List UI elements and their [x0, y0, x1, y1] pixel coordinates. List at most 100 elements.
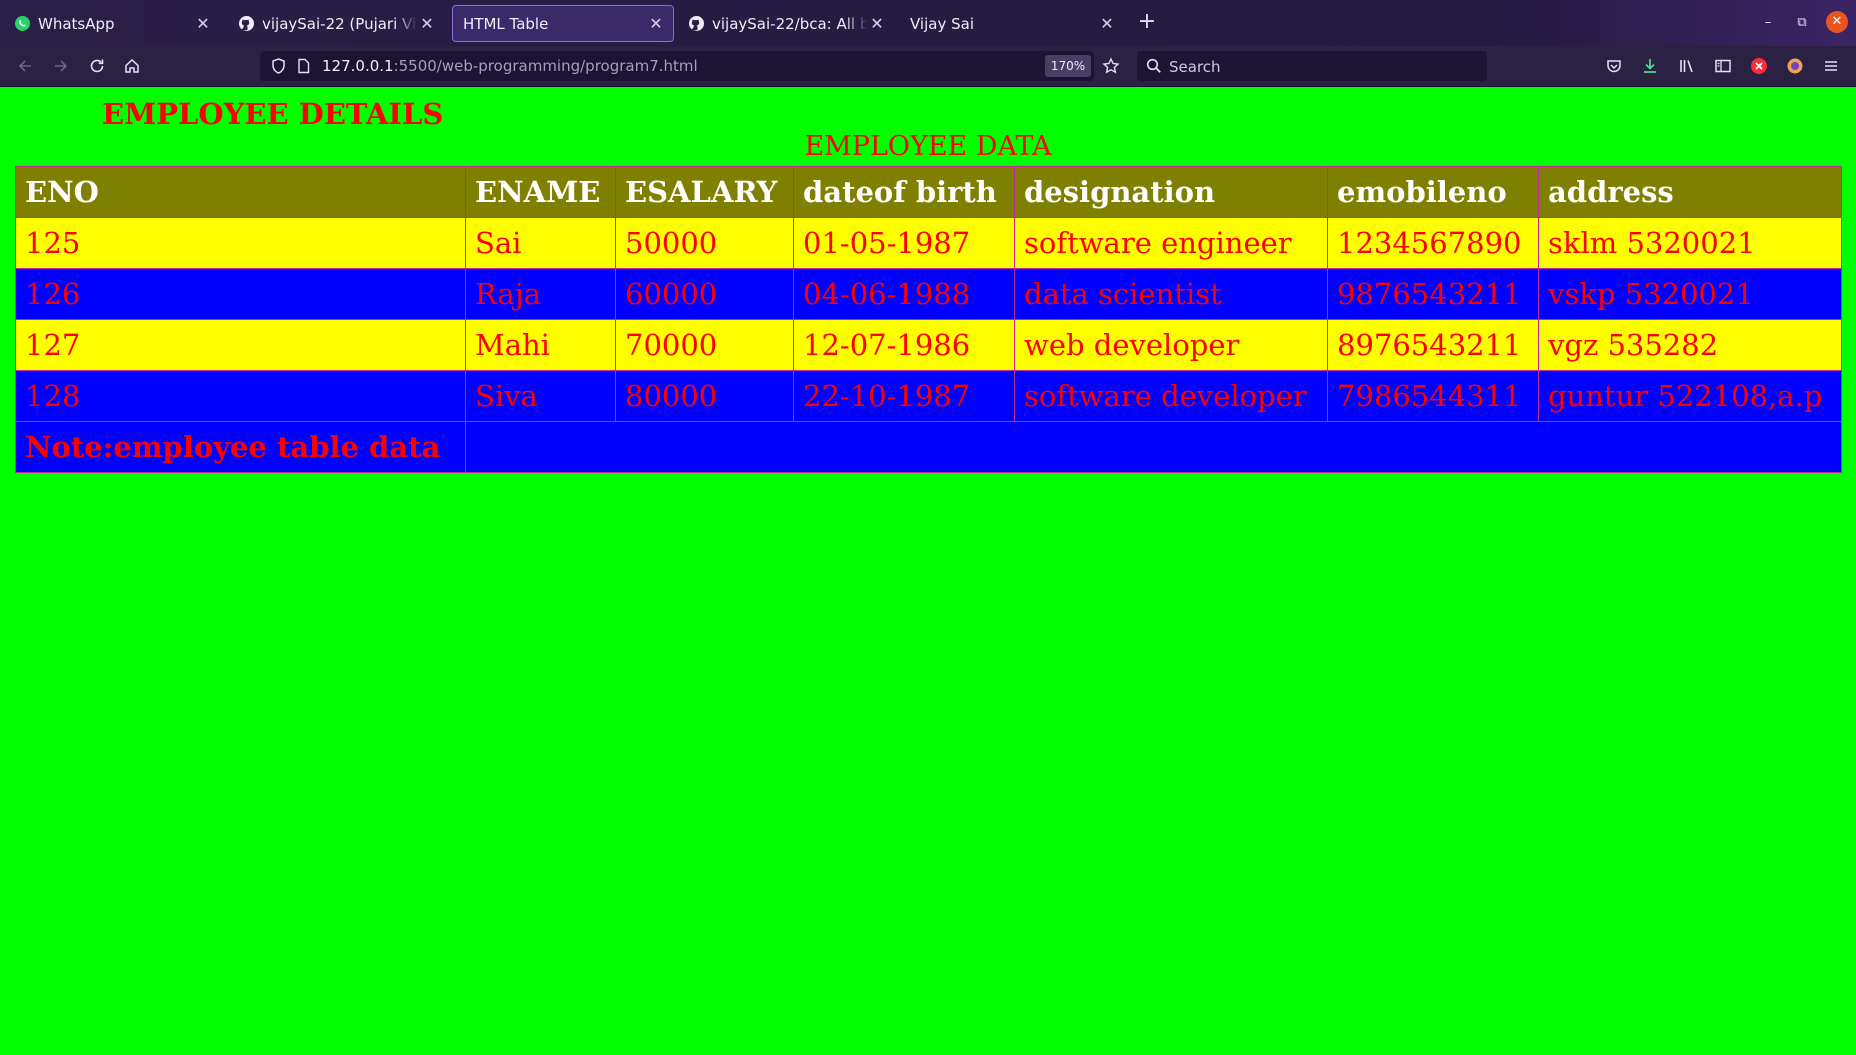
close-icon[interactable]: ✕ [418, 14, 436, 33]
tab-title: vijaySai-22/bca: All bca lab [712, 14, 868, 33]
star-icon [1102, 57, 1120, 74]
restore-button[interactable]: ⧉ [1791, 12, 1813, 34]
column-header: ENO [15, 166, 466, 218]
home-icon [125, 58, 139, 73]
table-cell: vskp 5320021 [1538, 268, 1842, 320]
arrow-right-icon [55, 60, 68, 72]
forward-button[interactable] [50, 55, 72, 77]
url-bar[interactable]: 127.0.0.1:5500/web-programming/program7.… [260, 51, 1094, 81]
table-cell: Sai [465, 217, 616, 269]
table-header-row: ENO ENAME ESALARY dateof birth designati… [15, 166, 1842, 218]
table-cell: web developer [1014, 319, 1328, 371]
search-bar[interactable] [1137, 51, 1487, 83]
table-cell: 125 [15, 217, 466, 269]
tab-html-table[interactable]: HTML Table ✕ [452, 5, 674, 42]
close-icon[interactable]: ✕ [647, 14, 665, 33]
bookmark-star-button[interactable] [1100, 55, 1122, 77]
url-path: :5500/web-programming/program7.html [393, 57, 698, 75]
close-circle-icon [1751, 58, 1767, 74]
table-cell: 80000 [615, 370, 794, 422]
table-cell: 126 [15, 268, 466, 320]
table-cell: Mahi [465, 319, 616, 371]
back-button[interactable] [14, 55, 36, 77]
download-icon [1644, 59, 1656, 73]
column-header: designation [1014, 166, 1328, 218]
shield-icon[interactable] [270, 57, 287, 79]
table-row: 125 Sai 50000 01-05-1987 software engine… [15, 217, 1842, 269]
reload-icon [90, 59, 104, 73]
extension-icon [1787, 58, 1803, 74]
url-host: 127.0.0.1 [322, 57, 394, 75]
whatsapp-icon [14, 15, 31, 32]
table-cell: 9876543211 [1327, 268, 1539, 320]
table-cell: 60000 [615, 268, 794, 320]
home-button[interactable] [121, 55, 143, 77]
close-icon[interactable]: ✕ [868, 14, 886, 33]
table-caption: EMPLOYEE DATA [804, 131, 1052, 162]
table-cell: 04-06-1988 [793, 268, 1015, 320]
table-cell: 1234567890 [1327, 217, 1539, 269]
zoom-level-badge[interactable]: 170% [1045, 55, 1091, 77]
table-note: Note:employee table data [15, 421, 466, 473]
tab-title: WhatsApp [38, 14, 115, 33]
table-row: 126 Raja 60000 04-06-1988 data scientist… [15, 268, 1842, 320]
tab-github-bca[interactable]: vijaySai-22/bca: All bca lab ✕ [678, 5, 894, 42]
column-header: dateof birth [793, 166, 1015, 218]
url-text[interactable]: 127.0.0.1:5500/web-programming/program7.… [322, 51, 698, 81]
table-cell: 127 [15, 319, 466, 371]
table-cell: software developer [1014, 370, 1328, 422]
sidebar-button[interactable] [1712, 55, 1734, 77]
table-row: 128 Siva 80000 22-10-1987 software devel… [15, 370, 1842, 422]
github-icon [688, 15, 705, 32]
pocket-button[interactable] [1603, 55, 1625, 77]
table-cell: data scientist [1014, 268, 1328, 320]
column-header: address [1538, 166, 1842, 218]
tab-github-profile[interactable]: vijaySai-22 (Pujari Vijay Sai) ✕ [228, 5, 444, 42]
library-button[interactable] [1676, 55, 1698, 77]
column-header: emobileno [1327, 166, 1539, 218]
table-cell: Siva [465, 370, 616, 422]
table-cell: 70000 [615, 319, 794, 371]
table-cell: 01-05-1987 [793, 217, 1015, 269]
arrow-left-icon [18, 60, 31, 72]
window-close-button[interactable]: ✕ [1826, 11, 1848, 33]
table-cell: 8976543211 [1327, 319, 1539, 371]
navigation-bar: 127.0.0.1:5500/web-programming/program7.… [0, 46, 1856, 87]
table-cell: 128 [15, 370, 466, 422]
employee-table: ENO ENAME ESALARY dateof birth designati… [15, 166, 1842, 473]
tab-title: Vijay Sai [910, 14, 974, 33]
table-cell: 50000 [615, 217, 794, 269]
extension-button[interactable] [1784, 55, 1806, 77]
github-icon [238, 15, 255, 32]
blocked-extension-button[interactable] [1748, 55, 1770, 77]
page-heading: EMPLOYEE DETAILS [102, 97, 444, 131]
tab-whatsapp[interactable]: WhatsApp ✕ [4, 5, 220, 42]
table-cell: sklm 5320021 [1538, 217, 1842, 269]
tab-bar: WhatsApp ✕ vijaySai-22 (Pujari Vijay Sai… [0, 0, 1856, 46]
page-info-icon[interactable] [296, 58, 311, 78]
tab-title: HTML Table [463, 14, 549, 33]
page-content: EMPLOYEE DETAILS EMPLOYEE DATA ENO ENAME… [0, 87, 1856, 1055]
table-note-row: Note:employee table data [15, 421, 1842, 473]
close-icon[interactable]: ✕ [194, 14, 212, 33]
minimize-button[interactable]: – [1757, 12, 1779, 34]
table-cell: 7986544311 [1327, 370, 1539, 422]
table-cell: guntur 522108,a.p [1538, 370, 1842, 422]
close-icon[interactable]: ✕ [1098, 14, 1116, 33]
table-cell: 12-07-1986 [793, 319, 1015, 371]
table-cell: vgz 535282 [1538, 319, 1842, 371]
hamburger-menu-icon [1825, 61, 1837, 71]
table-note-filler [465, 421, 1842, 473]
pocket-icon [1607, 60, 1621, 73]
tab-vijay-sai[interactable]: Vijay Sai ✕ [900, 5, 1124, 42]
new-tab-button[interactable]: + [1136, 11, 1158, 33]
table-row: 127 Mahi 70000 12-07-1986 web developer … [15, 319, 1842, 371]
search-input[interactable] [1167, 51, 1481, 83]
menu-button[interactable] [1820, 55, 1842, 77]
column-header: ENAME [465, 166, 616, 218]
table-cell: 22-10-1987 [793, 370, 1015, 422]
reload-button[interactable] [86, 55, 108, 77]
table-cell: software engineer [1014, 217, 1328, 269]
downloads-button[interactable] [1639, 55, 1661, 77]
tab-title: vijaySai-22 (Pujari Vijay Sai) [262, 14, 418, 33]
